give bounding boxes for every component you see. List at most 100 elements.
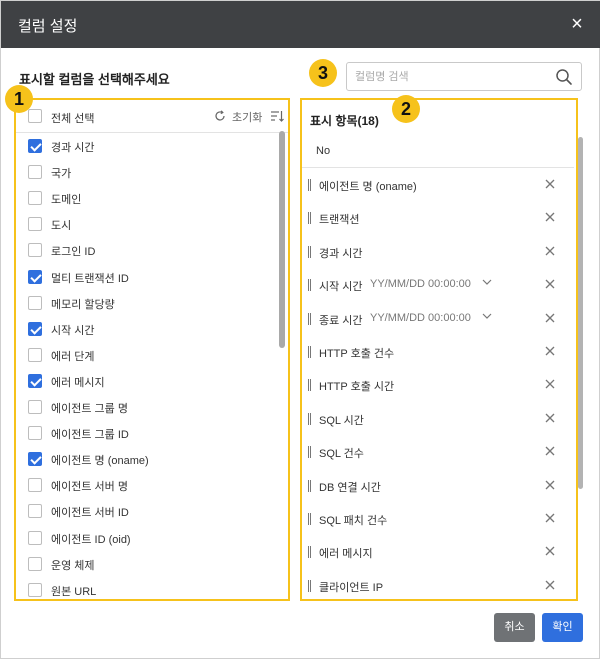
column-option[interactable]: 메모리 할당량: [16, 290, 288, 316]
column-option[interactable]: 시작 시간: [16, 316, 288, 342]
remove-icon[interactable]: [545, 246, 555, 256]
display-item[interactable]: 종료 시간 YY/MM/DD 00:00:00: [302, 302, 574, 335]
select-columns-title: 표시할 컬럼을 선택해주세요: [19, 72, 170, 87]
display-item[interactable]: 클라이언트 IP: [302, 569, 574, 599]
column-checkbox[interactable]: [28, 191, 42, 206]
select-all-checkbox[interactable]: [28, 109, 42, 123]
column-checkbox[interactable]: [28, 582, 42, 597]
display-item[interactable]: HTTP 호출 시간: [302, 368, 574, 401]
column-option[interactable]: 에이전트 명 (oname): [16, 446, 288, 472]
drag-handle-icon[interactable]: [308, 546, 311, 559]
remove-icon[interactable]: [545, 179, 555, 189]
drag-handle-icon[interactable]: [308, 579, 311, 592]
confirm-button[interactable]: 확인: [542, 613, 583, 642]
drag-handle-icon[interactable]: [308, 212, 311, 225]
column-search-box: [346, 62, 582, 91]
column-option[interactable]: 에이전트 서버 명: [16, 472, 288, 498]
column-option[interactable]: 국가: [16, 159, 288, 185]
column-option[interactable]: 경과 시간: [16, 133, 288, 159]
display-item-label: 경과 시간: [319, 247, 363, 260]
remove-icon[interactable]: [545, 413, 555, 423]
column-option[interactable]: 멀티 트랜잭션 ID: [16, 264, 288, 290]
reset-button[interactable]: 초기화: [232, 109, 262, 125]
column-option-label: 시작 시간: [51, 324, 95, 337]
column-option[interactable]: 도시: [16, 211, 288, 237]
remove-icon[interactable]: [545, 379, 555, 389]
remove-icon[interactable]: [545, 446, 555, 456]
display-item[interactable]: 트랜잭션: [302, 201, 574, 234]
column-checkbox[interactable]: [28, 269, 42, 284]
column-checkbox[interactable]: [28, 556, 42, 571]
display-item[interactable]: 에이전트 명 (oname): [302, 168, 574, 201]
remove-icon[interactable]: [545, 513, 555, 523]
left-scrollbar[interactable]: [279, 131, 285, 348]
available-columns-header: 전체 선택 초기화: [16, 100, 288, 133]
column-option[interactable]: 원본 URL: [16, 577, 288, 599]
drag-handle-icon[interactable]: [308, 379, 311, 392]
remove-icon[interactable]: [545, 346, 555, 356]
remove-icon[interactable]: [545, 279, 555, 289]
drag-handle-icon[interactable]: [308, 179, 311, 191]
column-checkbox[interactable]: [28, 165, 42, 180]
column-option-label: 국가: [51, 168, 72, 181]
column-checkbox[interactable]: [28, 478, 42, 493]
sort-icon[interactable]: [270, 109, 284, 123]
drag-handle-icon[interactable]: [308, 412, 311, 425]
display-items-title: 표시 항목(18): [310, 114, 379, 128]
close-icon[interactable]: ×: [567, 13, 587, 35]
column-option[interactable]: 에이전트 그룹 ID: [16, 420, 288, 446]
remove-icon[interactable]: [545, 546, 555, 556]
column-checkbox[interactable]: [28, 139, 42, 153]
column-option[interactable]: 운영 체제: [16, 551, 288, 577]
chevron-down-icon[interactable]: [482, 311, 492, 321]
drag-handle-icon[interactable]: [308, 479, 311, 492]
display-item[interactable]: SQL 시간: [302, 402, 574, 435]
display-item[interactable]: 시작 시간 YY/MM/DD 00:00:00: [302, 268, 574, 301]
right-scrollbar[interactable]: [578, 137, 583, 489]
display-item-label: 트랜잭션: [319, 214, 360, 227]
drag-handle-icon[interactable]: [308, 245, 311, 258]
column-option[interactable]: 에이전트 그룹 명: [16, 394, 288, 420]
display-item[interactable]: SQL 건수: [302, 435, 574, 468]
drag-handle-icon[interactable]: [308, 312, 311, 325]
drag-handle-icon[interactable]: [308, 346, 311, 358]
remove-icon[interactable]: [545, 580, 555, 590]
column-checkbox[interactable]: [28, 400, 42, 414]
display-item[interactable]: DB 연결 시간: [302, 469, 574, 502]
remove-icon[interactable]: [545, 212, 555, 222]
column-checkbox[interactable]: [28, 217, 42, 232]
column-checkbox[interactable]: [28, 426, 42, 441]
drag-handle-icon[interactable]: [308, 279, 311, 292]
date-format-select[interactable]: YY/MM/DD 00:00:00: [370, 278, 471, 290]
chevron-down-icon[interactable]: [482, 277, 492, 287]
column-option[interactable]: 에이전트 서버 ID: [16, 498, 288, 524]
column-option[interactable]: 에러 메시지: [16, 368, 288, 394]
dialog-header: 컬럼 설정 ×: [1, 1, 600, 48]
annotation-badge-3: 3: [309, 59, 337, 87]
column-option[interactable]: 에이전트 ID (oid): [16, 525, 288, 551]
column-checkbox[interactable]: [28, 452, 42, 467]
display-item[interactable]: SQL 패치 건수: [302, 502, 574, 535]
column-checkbox[interactable]: [28, 504, 42, 519]
display-item[interactable]: 경과 시간: [302, 235, 574, 268]
date-format-select[interactable]: YY/MM/DD 00:00:00: [370, 312, 471, 324]
drag-handle-icon[interactable]: [308, 446, 311, 459]
display-item[interactable]: 에러 메시지: [302, 535, 574, 568]
remove-icon[interactable]: [545, 313, 555, 323]
cancel-button[interactable]: 취소: [494, 613, 535, 642]
column-checkbox[interactable]: [28, 295, 42, 310]
drag-handle-icon[interactable]: [308, 513, 311, 525]
column-checkbox[interactable]: [28, 243, 42, 258]
display-item[interactable]: HTTP 호출 건수: [302, 335, 574, 368]
column-checkbox[interactable]: [28, 530, 42, 545]
column-option[interactable]: 에러 단계: [16, 342, 288, 368]
column-checkbox[interactable]: [28, 373, 42, 388]
column-search-input[interactable]: [355, 68, 545, 86]
remove-icon[interactable]: [545, 480, 555, 490]
column-option[interactable]: 로그인 ID: [16, 237, 288, 263]
search-icon[interactable]: [555, 68, 573, 86]
reset-icon[interactable]: [214, 110, 226, 122]
column-checkbox[interactable]: [28, 321, 42, 336]
column-option[interactable]: 도메인: [16, 185, 288, 211]
column-checkbox[interactable]: [28, 347, 42, 362]
